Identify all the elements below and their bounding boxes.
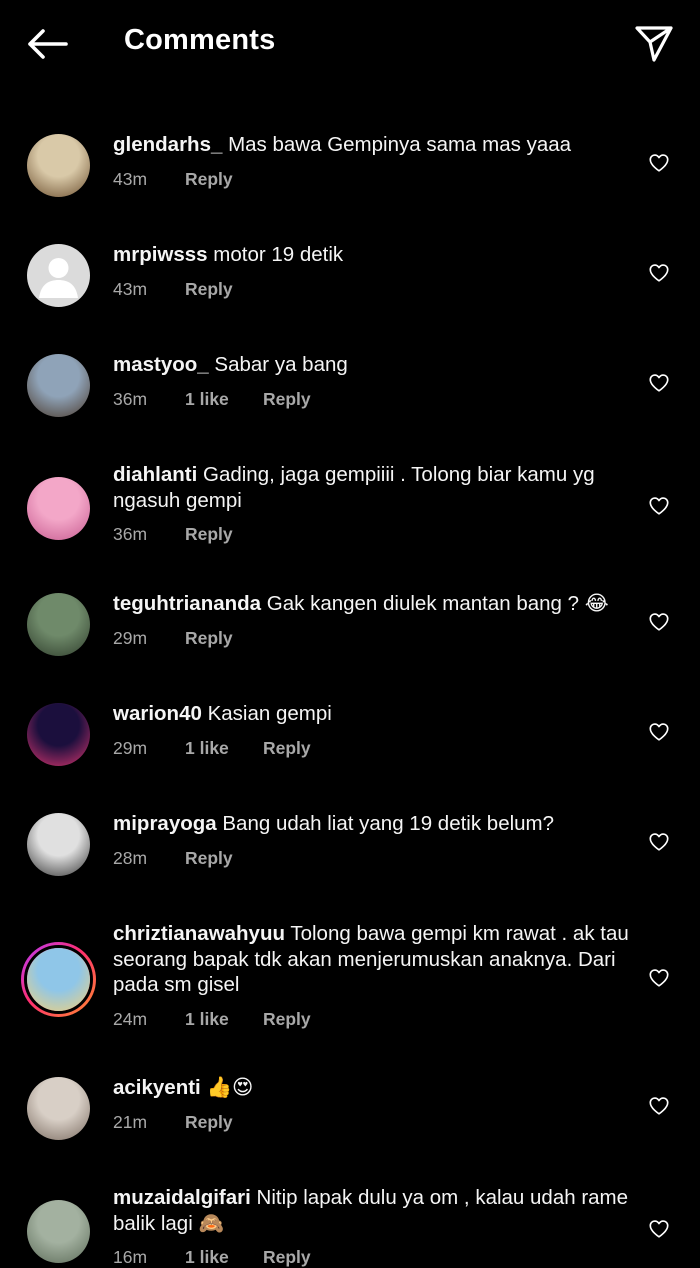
avatar-image [27,702,90,766]
avatar-image [27,592,90,656]
like-heart-icon[interactable] [648,831,670,853]
avatar[interactable] [27,1076,90,1140]
like-heart-icon[interactable] [648,262,670,284]
share-button[interactable] [632,22,676,66]
comment-username[interactable]: mastyoo_ [113,353,209,376]
like-heart-icon[interactable] [648,152,670,174]
comment-like-count[interactable]: 1 like [185,1247,263,1268]
avatar-image [27,476,90,540]
comment-body: 👍😍 [206,1076,254,1099]
comment-username[interactable]: glendarhs_ [113,133,222,156]
comment-text: chriztianawahyuu Tolong bawa gempi km ra… [113,921,633,998]
comment-username[interactable]: muzaidalgifari [113,1186,251,1209]
comment-username[interactable]: diahlanti [113,463,197,486]
comment-text: warion40 Kasian gempi [113,701,633,727]
reply-button[interactable]: Reply [185,169,233,190]
comment-username[interactable]: mrpiwsss [113,243,208,266]
avatar-image [27,133,90,197]
like-heart-icon[interactable] [648,372,670,394]
reply-button[interactable]: Reply [263,1009,311,1030]
reply-button[interactable]: Reply [263,1247,311,1268]
comment-meta: 16m 1 like Reply [113,1247,311,1268]
comment-username[interactable]: acikyenti [113,1076,201,1099]
comment-meta: 36m Reply [113,524,233,545]
avatar-image [27,948,90,1012]
comment-like-count[interactable]: 1 like [185,738,263,759]
like-heart-icon[interactable] [648,721,670,743]
comment-timestamp: 36m [113,524,148,544]
reply-button[interactable]: Reply [185,524,233,545]
reply-button[interactable]: Reply [185,1112,233,1133]
comment-like-count[interactable]: 1 like [185,1009,263,1030]
comment-text: mastyoo_ Sabar ya bang [113,352,633,378]
comment-text: teguhtriananda Gak kangen diulek mantan … [113,591,633,617]
avatar[interactable] [27,353,90,417]
comment-meta: 28m Reply [113,848,233,869]
comment-text: miprayoga Bang udah liat yang 19 detik b… [113,811,633,837]
reply-button[interactable]: Reply [185,279,233,300]
comment-meta: 24m 1 like Reply [113,1009,311,1030]
comment-meta: 29m 1 like Reply [113,738,311,759]
reply-button[interactable]: Reply [185,628,233,649]
avatar[interactable] [27,1199,90,1263]
avatar[interactable] [27,812,90,876]
comment-body: Gak kangen diulek mantan bang ? 😂 [266,592,609,615]
comment-body: Mas bawa Gempinya sama mas yaaa [228,133,572,156]
comment-text: acikyenti 👍😍 [113,1075,633,1101]
like-heart-icon[interactable] [648,967,670,989]
avatar-image [27,1076,90,1140]
comment-meta: 43m Reply [113,279,233,300]
comment-meta: 29m Reply [113,628,233,649]
comment-like-count[interactable]: 1 like [185,389,263,410]
avatar[interactable] [27,133,90,197]
like-heart-icon[interactable] [648,495,670,517]
avatar-with-story-ring[interactable] [21,942,96,1018]
comment-timestamp: 16m [113,1247,148,1267]
header: Comments [0,0,700,84]
comment-timestamp: 29m [113,627,148,648]
comment-body: Bang udah liat yang 19 detik belum? [222,812,555,835]
like-heart-icon[interactable] [648,1218,670,1240]
avatar-image [27,812,90,876]
comment-timestamp: 43m [113,278,148,299]
comment-meta: 36m 1 like Reply [113,389,311,410]
avatar[interactable] [27,476,90,540]
comment-username[interactable]: warion40 [113,702,202,725]
comment-text: mrpiwsss motor 19 detik [113,242,633,268]
comment-body: motor 19 detik [213,243,344,266]
comment-username[interactable]: chriztianawahyuu [113,922,285,945]
comment-text: muzaidalgifari Nitip lapak dulu ya om , … [113,1185,633,1236]
avatar[interactable] [27,702,90,766]
comment-text: glendarhs_ Mas bawa Gempinya sama mas ya… [113,132,633,158]
comment-text: diahlanti Gading, jaga gempiiii . Tolong… [113,462,633,513]
like-heart-icon[interactable] [648,611,670,633]
avatar-image [27,243,90,307]
comment-timestamp: 36m [113,388,148,409]
comment-username[interactable]: teguhtriananda [113,592,261,615]
reply-button[interactable]: Reply [263,389,311,410]
comment-timestamp: 21m [113,1111,148,1132]
page-title: Comments [124,24,276,56]
comment-meta: 21m Reply [113,1112,233,1133]
comment-meta: 43m Reply [113,169,233,190]
comment-timestamp: 24m [113,1008,148,1029]
reply-button[interactable]: Reply [185,848,233,869]
comment-username[interactable]: miprayoga [113,812,217,835]
back-arrow-icon [28,29,68,59]
comment-body: Kasian gempi [207,702,332,725]
reply-button[interactable]: Reply [263,738,311,759]
comments-screen: Comments glendarhs_ Mas bawa Gempinya sa… [0,0,700,1268]
like-heart-icon[interactable] [648,1095,670,1117]
send-icon [635,26,673,62]
avatar-image [27,1199,90,1263]
comment-timestamp: 28m [113,847,148,868]
avatar-image [27,353,90,417]
avatar[interactable] [27,243,90,307]
comment-body: Sabar ya bang [214,353,348,376]
back-button[interactable] [22,22,72,66]
comment-timestamp: 29m [113,737,148,758]
comment-timestamp: 43m [113,168,148,189]
avatar[interactable] [27,592,90,656]
